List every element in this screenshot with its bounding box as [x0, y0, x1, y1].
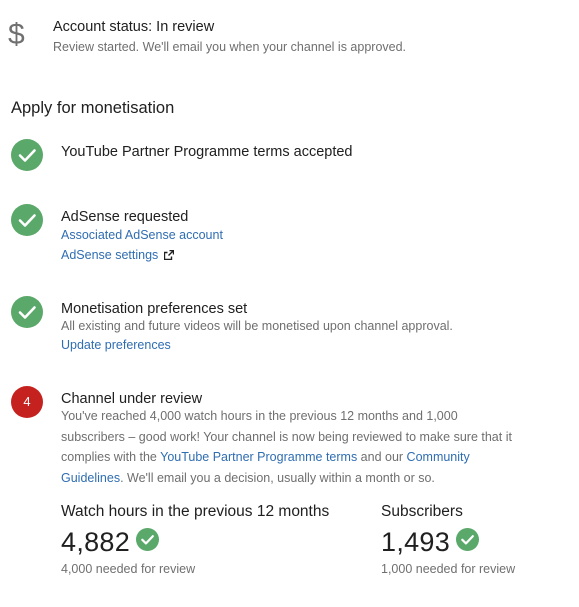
- community-guidelines-link[interactable]: Community: [407, 450, 470, 464]
- section-heading: Apply for monetisation: [11, 99, 175, 117]
- check-circle-icon: [136, 527, 160, 551]
- step-title: YouTube Partner Programme terms accepted: [61, 144, 353, 160]
- stat-note: 4,000 needed for review: [61, 562, 196, 576]
- stat-value: 1,493: [381, 527, 451, 557]
- partner-programme-terms-link[interactable]: YouTube Partner Programme terms: [160, 450, 357, 464]
- step-description: All existing and future videos will be m…: [61, 319, 453, 333]
- step-description-line-4: Guidelines. We'll email you a decision, …: [61, 470, 435, 485]
- step-title: AdSense requested: [61, 209, 189, 225]
- adsense-settings-link[interactable]: AdSense settings: [61, 248, 158, 262]
- step-description-line-1: You've reached 4,000 watch hours in the …: [61, 409, 458, 423]
- account-status-title: Account status: In review: [53, 19, 215, 35]
- account-status-subtitle: Review started. We'll email you when you…: [53, 40, 407, 54]
- stat-label: Subscribers: [381, 503, 463, 520]
- stat-note: 1,000 needed for review: [381, 562, 516, 576]
- associated-adsense-account-link[interactable]: Associated AdSense account: [61, 228, 223, 242]
- subscribers-stat: Subscribers 1,493 1,000 needed for revie…: [381, 502, 515, 577]
- dollar-icon: $: [8, 18, 25, 51]
- watch-hours-stat: Watch hours in the previous 12 months 4,…: [61, 502, 329, 577]
- community-guidelines-link[interactable]: Guidelines: [61, 471, 120, 485]
- check-circle-icon: [11, 139, 43, 171]
- check-circle-icon: [456, 527, 480, 551]
- stat-label: Watch hours in the previous 12 months: [61, 503, 330, 520]
- check-circle-icon: [11, 296, 43, 328]
- step-description-line-2: subscribers – good work! Your channel is…: [61, 429, 512, 444]
- account-status: $ Account status: In review Review start…: [0, 0, 579, 70]
- external-link-icon: [164, 248, 175, 264]
- check-circle-icon: [11, 204, 43, 236]
- update-preferences-link[interactable]: Update preferences: [61, 338, 171, 352]
- step-description-line-3: complies with the YouTube Partner Progra…: [61, 450, 470, 464]
- step-number-badge: 4: [11, 386, 43, 418]
- stat-value: 4,882: [61, 527, 131, 557]
